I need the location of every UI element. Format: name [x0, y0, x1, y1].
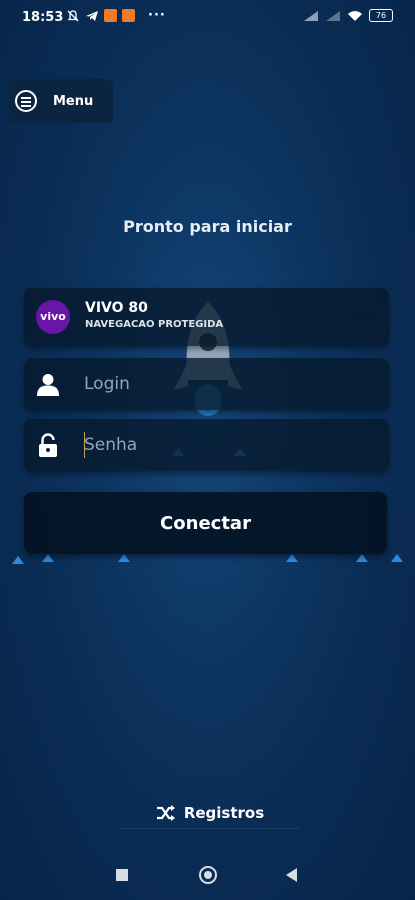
password-field[interactable] — [24, 419, 389, 471]
more-notifications-icon: ··· — [148, 8, 166, 23]
menu-icon — [15, 90, 37, 112]
app-notification-icon — [122, 9, 135, 22]
back-button[interactable] — [286, 868, 297, 882]
status-bar: 18:53 ··· 76 — [0, 0, 415, 36]
menu-label: Menu — [53, 93, 94, 109]
server-selector[interactable]: vivo VIVO 80 NAVEGACAO PROTEGIDA — [24, 288, 389, 346]
page-title: Pronto para iniciar — [123, 217, 292, 236]
connect-button[interactable]: Conectar — [24, 492, 387, 554]
login-field[interactable] — [24, 358, 389, 410]
user-icon — [37, 374, 59, 396]
chevron-down-icon — [357, 311, 371, 320]
login-input[interactable] — [84, 372, 364, 396]
battery-icon: 76 — [369, 9, 393, 22]
wifi-icon — [348, 10, 362, 21]
menu-button[interactable]: Menu — [9, 79, 113, 123]
recents-button[interactable] — [116, 869, 128, 881]
status-time: 18:53 — [22, 10, 64, 25]
server-subtitle: NAVEGACAO PROTEGIDA — [85, 319, 224, 330]
registros-button[interactable]: Registros — [120, 798, 300, 829]
shuffle-icon — [156, 805, 175, 821]
telegram-icon — [86, 10, 98, 21]
lock-icon — [39, 433, 57, 457]
password-input[interactable] — [84, 433, 364, 457]
vivo-logo: vivo — [36, 300, 70, 334]
system-nav-bar — [0, 855, 415, 900]
home-button[interactable] — [199, 866, 217, 884]
muted-bell-icon — [67, 9, 79, 21]
status-system-icons: 76 — [303, 9, 393, 22]
signal-icon — [326, 10, 340, 21]
registros-label: Registros — [183, 804, 265, 822]
app-notification-icon — [104, 9, 117, 22]
signal-icon — [304, 10, 318, 21]
server-name: VIVO 80 — [85, 300, 148, 316]
status-notification-icons: ··· — [66, 8, 166, 23]
